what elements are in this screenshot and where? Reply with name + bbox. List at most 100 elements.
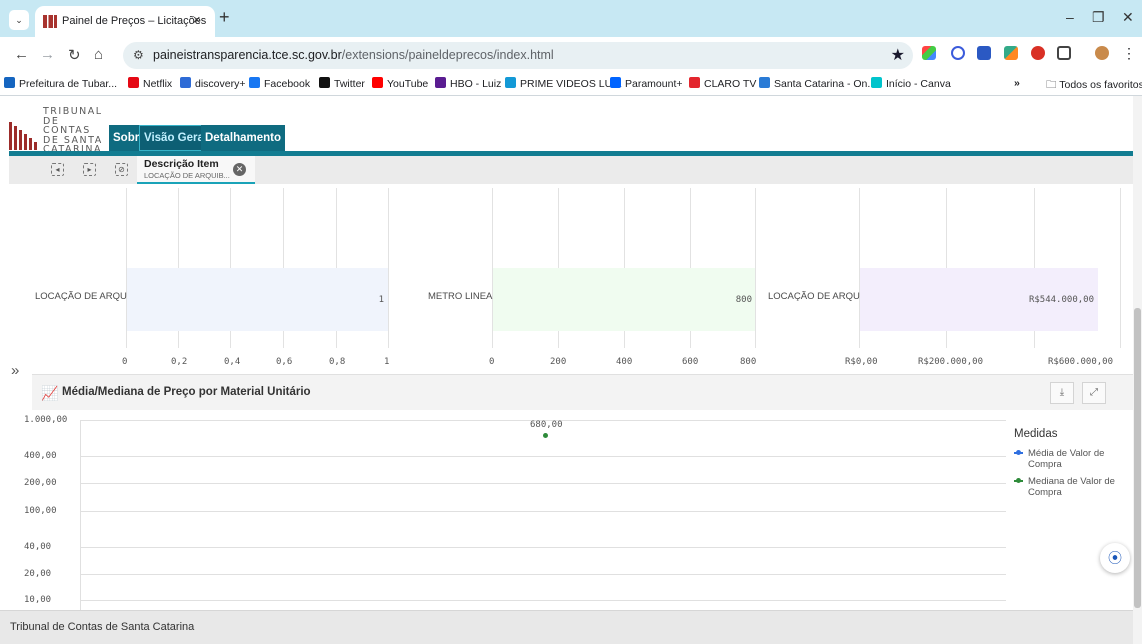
y-tick: 200,00	[24, 478, 57, 488]
selections-back-icon[interactable]: ◂	[51, 163, 64, 176]
y-tick: 100,00	[24, 506, 57, 516]
forward-icon[interactable]: →	[40, 46, 55, 63]
axis-tick: 1	[384, 357, 390, 367]
bookmark-favicon-icon	[180, 77, 191, 88]
bookmark-item[interactable]: Paramount+	[610, 77, 683, 90]
address-bar[interactable]: ⚙ paineistransparencia.tce.sc.gov.br/ext…	[123, 42, 913, 69]
reload-icon[interactable]: ↻	[68, 46, 81, 64]
axis-tick: 0	[122, 357, 128, 367]
median-data-point[interactable]	[543, 433, 548, 438]
median-price-chart: 1.000,00 400,00 200,00 100,00 40,00 20,0…	[0, 410, 1142, 610]
bookmarks-overflow-icon[interactable]: »	[1014, 77, 1020, 89]
selection-chip[interactable]: Descrição Item LOCAÇÃO DE ARQUIB... ✕	[137, 156, 255, 184]
bookmark-favicon-icon	[372, 77, 383, 88]
browser-tab-active[interactable]: Painel de Preços – Licitações ×	[35, 6, 215, 37]
axis-tick: 600	[682, 357, 699, 367]
browser-tabstrip: ⌄ Painel de Preços – Licitações × + – ❐ …	[0, 0, 1142, 37]
bookmark-item[interactable]: Netflix	[128, 77, 172, 90]
new-tab-icon[interactable]: +	[219, 7, 230, 28]
bookmark-favicon-icon	[128, 77, 139, 88]
bar-value-label: R$544.000,00	[1028, 295, 1094, 305]
download-icon[interactable]: ⤓	[1050, 382, 1074, 404]
bookmark-favicon-icon	[505, 77, 516, 88]
selection-field-label: Descrição Item	[144, 158, 219, 170]
tab-close-icon[interactable]: ×	[193, 12, 201, 27]
profile-avatar[interactable]	[1095, 46, 1109, 60]
bookmark-favicon-icon	[249, 77, 260, 88]
url-text[interactable]: paineistransparencia.tce.sc.gov.br/exten…	[153, 48, 554, 62]
bookmark-item[interactable]: PRIME VIDEOS LUIZ	[505, 77, 622, 90]
expand-sidebar-icon[interactable]: »	[11, 362, 19, 379]
window-close-icon[interactable]: ✕	[1122, 9, 1134, 26]
clear-selections-icon[interactable]: ⊘	[115, 163, 128, 176]
bookmark-favicon-icon	[435, 77, 446, 88]
extension-number-icon[interactable]	[977, 46, 991, 60]
back-icon[interactable]: ←	[14, 46, 29, 63]
selection-value: LOCAÇÃO DE ARQUIB...	[144, 171, 230, 180]
bookmark-star-icon[interactable]: ★	[891, 45, 905, 65]
bar-value-label: 1	[378, 295, 384, 305]
tab-search-chevron-icon[interactable]: ⌄	[9, 10, 29, 30]
axis-tick: R$600.000,00	[1048, 357, 1114, 367]
line-chart-icon: 📈	[41, 385, 59, 401]
remove-selection-icon[interactable]: ✕	[233, 163, 246, 176]
folder-icon: 🗀	[1046, 79, 1060, 91]
bookmark-item[interactable]: YouTube	[372, 77, 428, 90]
y-tick: 10,00	[24, 595, 52, 605]
footer-text: Tribunal de Contas de Santa Catarina	[10, 621, 195, 633]
bookmark-item[interactable]: Twitter	[319, 77, 365, 90]
axis-tick: 0	[489, 357, 495, 367]
y-tick: 40,00	[24, 542, 52, 552]
restore-icon[interactable]: ❐	[1092, 9, 1105, 26]
bar-category-label: METRO LINEAR	[428, 291, 500, 302]
tab-detalhamento[interactable]: Detalhamento	[201, 125, 286, 151]
chart-panel-header: 📈 Média/Mediana de Preço por Material Un…	[32, 374, 1133, 410]
axis-tick: 0,8	[329, 357, 346, 367]
extension-face-icon[interactable]	[951, 46, 965, 60]
selections-forward-icon[interactable]: ▸	[83, 163, 96, 176]
data-point-label: 680,00	[530, 420, 563, 430]
legend-marker	[1014, 478, 1023, 483]
assistant-bubble-icon[interactable]: ⦿	[1100, 543, 1130, 573]
bookmark-item[interactable]: Início - Canva	[871, 77, 951, 90]
minimize-icon[interactable]: –	[1066, 9, 1074, 25]
bookmark-favicon-icon	[759, 77, 770, 88]
home-icon[interactable]: ⌂	[94, 46, 103, 63]
tce-logo: TRIBUNAL DE CONTAS DE SANTA CATARINA	[9, 104, 109, 154]
bar-value-label: 800	[735, 295, 752, 305]
bar-category-label: LOCAÇÃO DE ARQUI...	[768, 291, 871, 302]
page-footer: Tribunal de Contas de Santa Catarina	[0, 610, 1142, 644]
bookmark-item[interactable]: Facebook	[249, 77, 310, 90]
bookmark-item[interactable]: CLARO TV	[689, 77, 756, 90]
logo-columns-icon	[9, 122, 37, 150]
scrollbar-thumb[interactable]	[1134, 308, 1141, 608]
extensions-puzzle-icon[interactable]	[1057, 46, 1071, 60]
site-info-icon[interactable]: ⚙	[133, 48, 144, 62]
url-path: /extensions/paineldeprecos/index.html	[341, 48, 554, 62]
y-axis-line	[80, 420, 81, 610]
axis-tick: 0,6	[276, 357, 293, 367]
chart-panel-title: Média/Mediana de Preço por Material Unit…	[62, 386, 311, 398]
legend-item-mediana[interactable]: Mediana de Valor de Compra	[1014, 476, 1128, 498]
page-content: TRIBUNAL DE CONTAS DE SANTA CATARINA Sob…	[0, 96, 1142, 644]
bookmark-item[interactable]: Santa Catarina - On...	[759, 77, 876, 90]
bookmark-favicon-icon	[689, 77, 700, 88]
axis-tick: R$0,00	[845, 357, 878, 367]
all-bookmarks-folder[interactable]: 🗀 Todos os favoritos	[1046, 77, 1142, 95]
legend-marker	[1014, 450, 1023, 455]
bookmark-item[interactable]: discovery+	[180, 77, 245, 90]
fullscreen-icon[interactable]: ⤢	[1082, 382, 1106, 404]
extension-colorful-icon[interactable]	[922, 46, 936, 60]
extension-red-icon[interactable]	[1031, 46, 1045, 60]
bookmark-item[interactable]: HBO - Luiz	[435, 77, 501, 90]
legend-item-media[interactable]: Média de Valor de Compra	[1014, 448, 1128, 470]
extension-square-icon[interactable]	[1004, 46, 1018, 60]
browser-menu-icon[interactable]: ⋮	[1122, 46, 1136, 60]
bookmarks-bar: Prefeitura de Tubar... Netflix discovery…	[0, 73, 1142, 96]
axis-tick: 0,4	[224, 357, 241, 367]
browser-toolbar: ← → ↻ ⌂ ⚙ paineistransparencia.tce.sc.go…	[0, 37, 1142, 73]
bookmark-item[interactable]: Prefeitura de Tubar...	[4, 77, 117, 90]
axis-tick: 0,2	[171, 357, 188, 367]
bookmark-favicon-icon	[610, 77, 621, 88]
y-tick: 400,00	[24, 451, 57, 461]
